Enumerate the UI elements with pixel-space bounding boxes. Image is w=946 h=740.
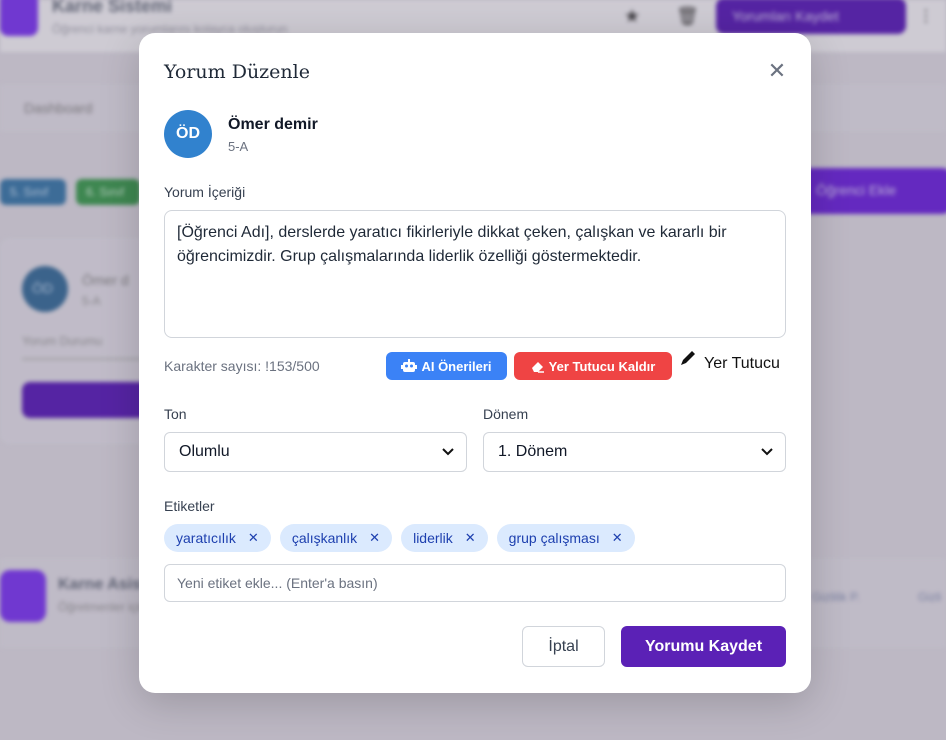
- remove-tag-icon[interactable]: ✕: [369, 530, 380, 546]
- tag-label: yaratıcılık: [176, 530, 236, 546]
- term-label: Dönem: [483, 406, 529, 422]
- insert-placeholder-link[interactable]: Yer Tutucu: [704, 355, 780, 373]
- ai-suggestions-label: AI Önerileri: [421, 358, 492, 374]
- tag-chip: grup çalışması ✕: [496, 524, 635, 552]
- term-select-value: 1. Dönem: [498, 443, 568, 460]
- modal-title: Yorum Düzenle: [164, 61, 310, 83]
- tone-select-value: Olumlu: [179, 443, 230, 460]
- eraser-icon: [531, 361, 544, 373]
- remove-tag-icon[interactable]: ✕: [612, 530, 623, 546]
- pen-icon: [679, 349, 697, 372]
- remove-tag-icon[interactable]: ✕: [465, 530, 476, 546]
- close-icon[interactable]: ✕: [765, 59, 789, 83]
- edit-comment-modal: Yorum Düzenle ✕ ÖD Ömer demir 5-A Yorum …: [139, 33, 811, 693]
- tag-chip: çalışkanlık ✕: [279, 524, 393, 552]
- cancel-button[interactable]: İptal: [522, 626, 605, 667]
- chevron-down-icon: [442, 448, 454, 456]
- tag-list: yaratıcılık ✕ çalışkanlık ✕ liderlik ✕ g…: [164, 524, 635, 552]
- comment-textarea[interactable]: [Öğrenci Adı], derslerde yaratıcı fikirl…: [164, 210, 786, 338]
- remove-placeholder-label: Yer Tutucu Kaldır: [548, 358, 656, 374]
- tags-label: Etiketler: [164, 498, 215, 514]
- tag-label: grup çalışması: [508, 530, 600, 546]
- tag-label: liderlik: [413, 530, 453, 546]
- avatar: ÖD: [164, 110, 212, 158]
- student-name: Ömer demir: [228, 116, 318, 133]
- ai-suggestions-button[interactable]: AI Önerileri: [386, 352, 507, 380]
- remove-placeholder-button[interactable]: Yer Tutucu Kaldır: [514, 352, 672, 380]
- chevron-down-icon: [761, 448, 773, 456]
- robot-icon: [401, 359, 418, 372]
- tone-select[interactable]: Olumlu: [164, 432, 467, 472]
- tag-label: çalışkanlık: [291, 530, 358, 546]
- save-comment-button[interactable]: Yorumu Kaydet: [621, 626, 786, 667]
- new-tag-input[interactable]: [164, 564, 786, 602]
- comment-label: Yorum İçeriği: [164, 184, 246, 200]
- student-class: 5-A: [228, 139, 249, 154]
- tone-label: Ton: [164, 406, 187, 422]
- tag-chip: yaratıcılık ✕: [164, 524, 271, 552]
- term-select[interactable]: 1. Dönem: [483, 432, 786, 472]
- remove-tag-icon[interactable]: ✕: [248, 530, 259, 546]
- char-count: Karakter sayısı: !153/500: [164, 358, 320, 374]
- tag-chip: liderlik ✕: [401, 524, 488, 552]
